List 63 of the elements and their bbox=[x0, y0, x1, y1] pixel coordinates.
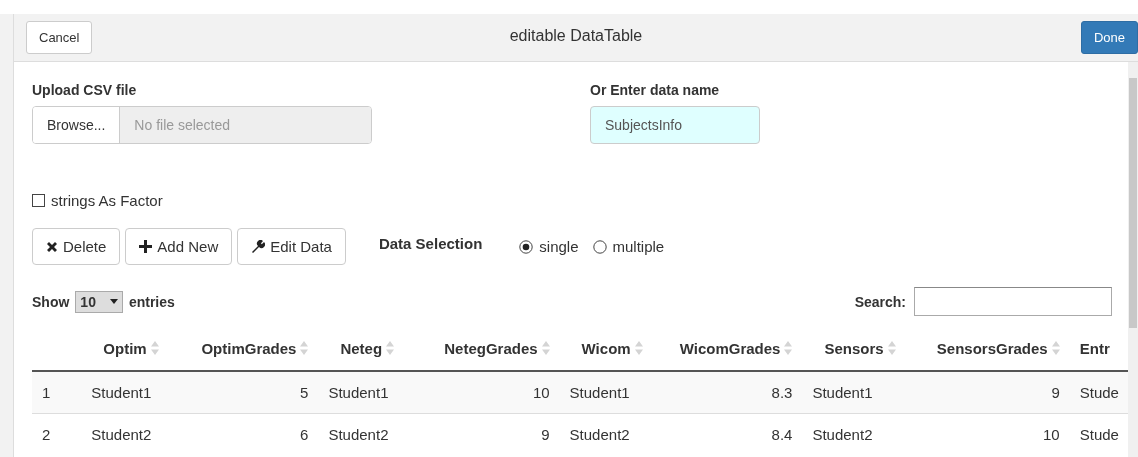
show-label: Show bbox=[32, 293, 70, 310]
checkbox-label: strings As Factor bbox=[51, 192, 163, 209]
entries-label: entries bbox=[128, 293, 175, 310]
checkbox[interactable] bbox=[32, 194, 45, 207]
table-cell: Student2 bbox=[328, 426, 389, 443]
table-cell: Student1 bbox=[328, 384, 389, 401]
table-cell: 1 bbox=[42, 384, 51, 401]
radio-label: multiple bbox=[612, 238, 665, 255]
table-cell: 10 bbox=[532, 384, 550, 401]
radio-button[interactable] bbox=[519, 239, 534, 254]
delete-button[interactable]: Delete bbox=[32, 228, 121, 265]
sort-icon bbox=[784, 341, 793, 355]
table-cell: 8.4 bbox=[771, 426, 793, 443]
table-cell: 9 bbox=[1051, 384, 1060, 401]
table-cell: Stude bbox=[1079, 426, 1119, 443]
table-cell: 6 bbox=[300, 426, 309, 443]
column-header[interactable]: Wicom bbox=[581, 339, 643, 357]
radio-button[interactable] bbox=[592, 239, 607, 254]
sort-icon bbox=[634, 341, 643, 355]
column-header[interactable]: Optim bbox=[103, 339, 159, 357]
table-cell: Student1 bbox=[812, 384, 873, 401]
sort-icon bbox=[887, 341, 896, 355]
plus-icon bbox=[139, 240, 153, 253]
sort-icon bbox=[386, 341, 395, 355]
caret-icon bbox=[109, 299, 118, 304]
column-header[interactable]: SensorsGrades bbox=[936, 339, 1060, 357]
column-header[interactable]: NetegGrades bbox=[444, 339, 550, 357]
table-cell: Student1 bbox=[569, 384, 630, 401]
done-button[interactable]: Done bbox=[1080, 21, 1138, 54]
column-header[interactable]: WicomGrades bbox=[679, 339, 793, 357]
search-label: Search: bbox=[854, 293, 906, 310]
table-cell: 2 bbox=[42, 426, 51, 443]
sort-icon bbox=[150, 341, 159, 355]
table-cell: Stude bbox=[1079, 384, 1119, 401]
field-label: Upload CSV file bbox=[32, 82, 137, 98]
add-button[interactable]: Add New bbox=[125, 228, 233, 265]
search-field[interactable] bbox=[914, 287, 1112, 316]
dialog-title: editable DataTable bbox=[509, 27, 643, 44]
column-header[interactable]: Entr bbox=[1079, 339, 1110, 357]
selection-label: Data Selection bbox=[378, 235, 483, 252]
sort-icon bbox=[541, 341, 550, 355]
table-cell: 8.3 bbox=[771, 384, 793, 401]
sort-icon bbox=[1051, 341, 1060, 355]
table-cell: 10 bbox=[1043, 426, 1060, 443]
cancel-button[interactable]: Cancel bbox=[26, 21, 93, 54]
table-cell: 5 bbox=[300, 384, 309, 401]
close-icon bbox=[46, 240, 58, 253]
edit-button[interactable]: Edit Data bbox=[237, 228, 346, 265]
sort-icon bbox=[300, 341, 309, 355]
table-cell: Student2 bbox=[569, 426, 630, 443]
table-cell: Student2 bbox=[812, 426, 873, 443]
column-header[interactable]: Neteg bbox=[340, 339, 395, 357]
scrollbar[interactable] bbox=[1128, 62, 1138, 457]
column-header[interactable]: Sensors bbox=[824, 339, 896, 357]
column-header[interactable]: OptimGrades bbox=[201, 339, 309, 357]
radio-label: single bbox=[539, 238, 579, 255]
table-cell: Student2 bbox=[91, 426, 152, 443]
field-label: Or Enter data name bbox=[590, 82, 720, 98]
table-cell: 9 bbox=[541, 426, 550, 443]
data-name-field[interactable]: SubjectsInfo bbox=[590, 106, 760, 144]
page-length-select[interactable]: 10 bbox=[75, 290, 123, 313]
wrench-icon bbox=[251, 239, 266, 254]
table-cell: Student1 bbox=[91, 384, 152, 401]
